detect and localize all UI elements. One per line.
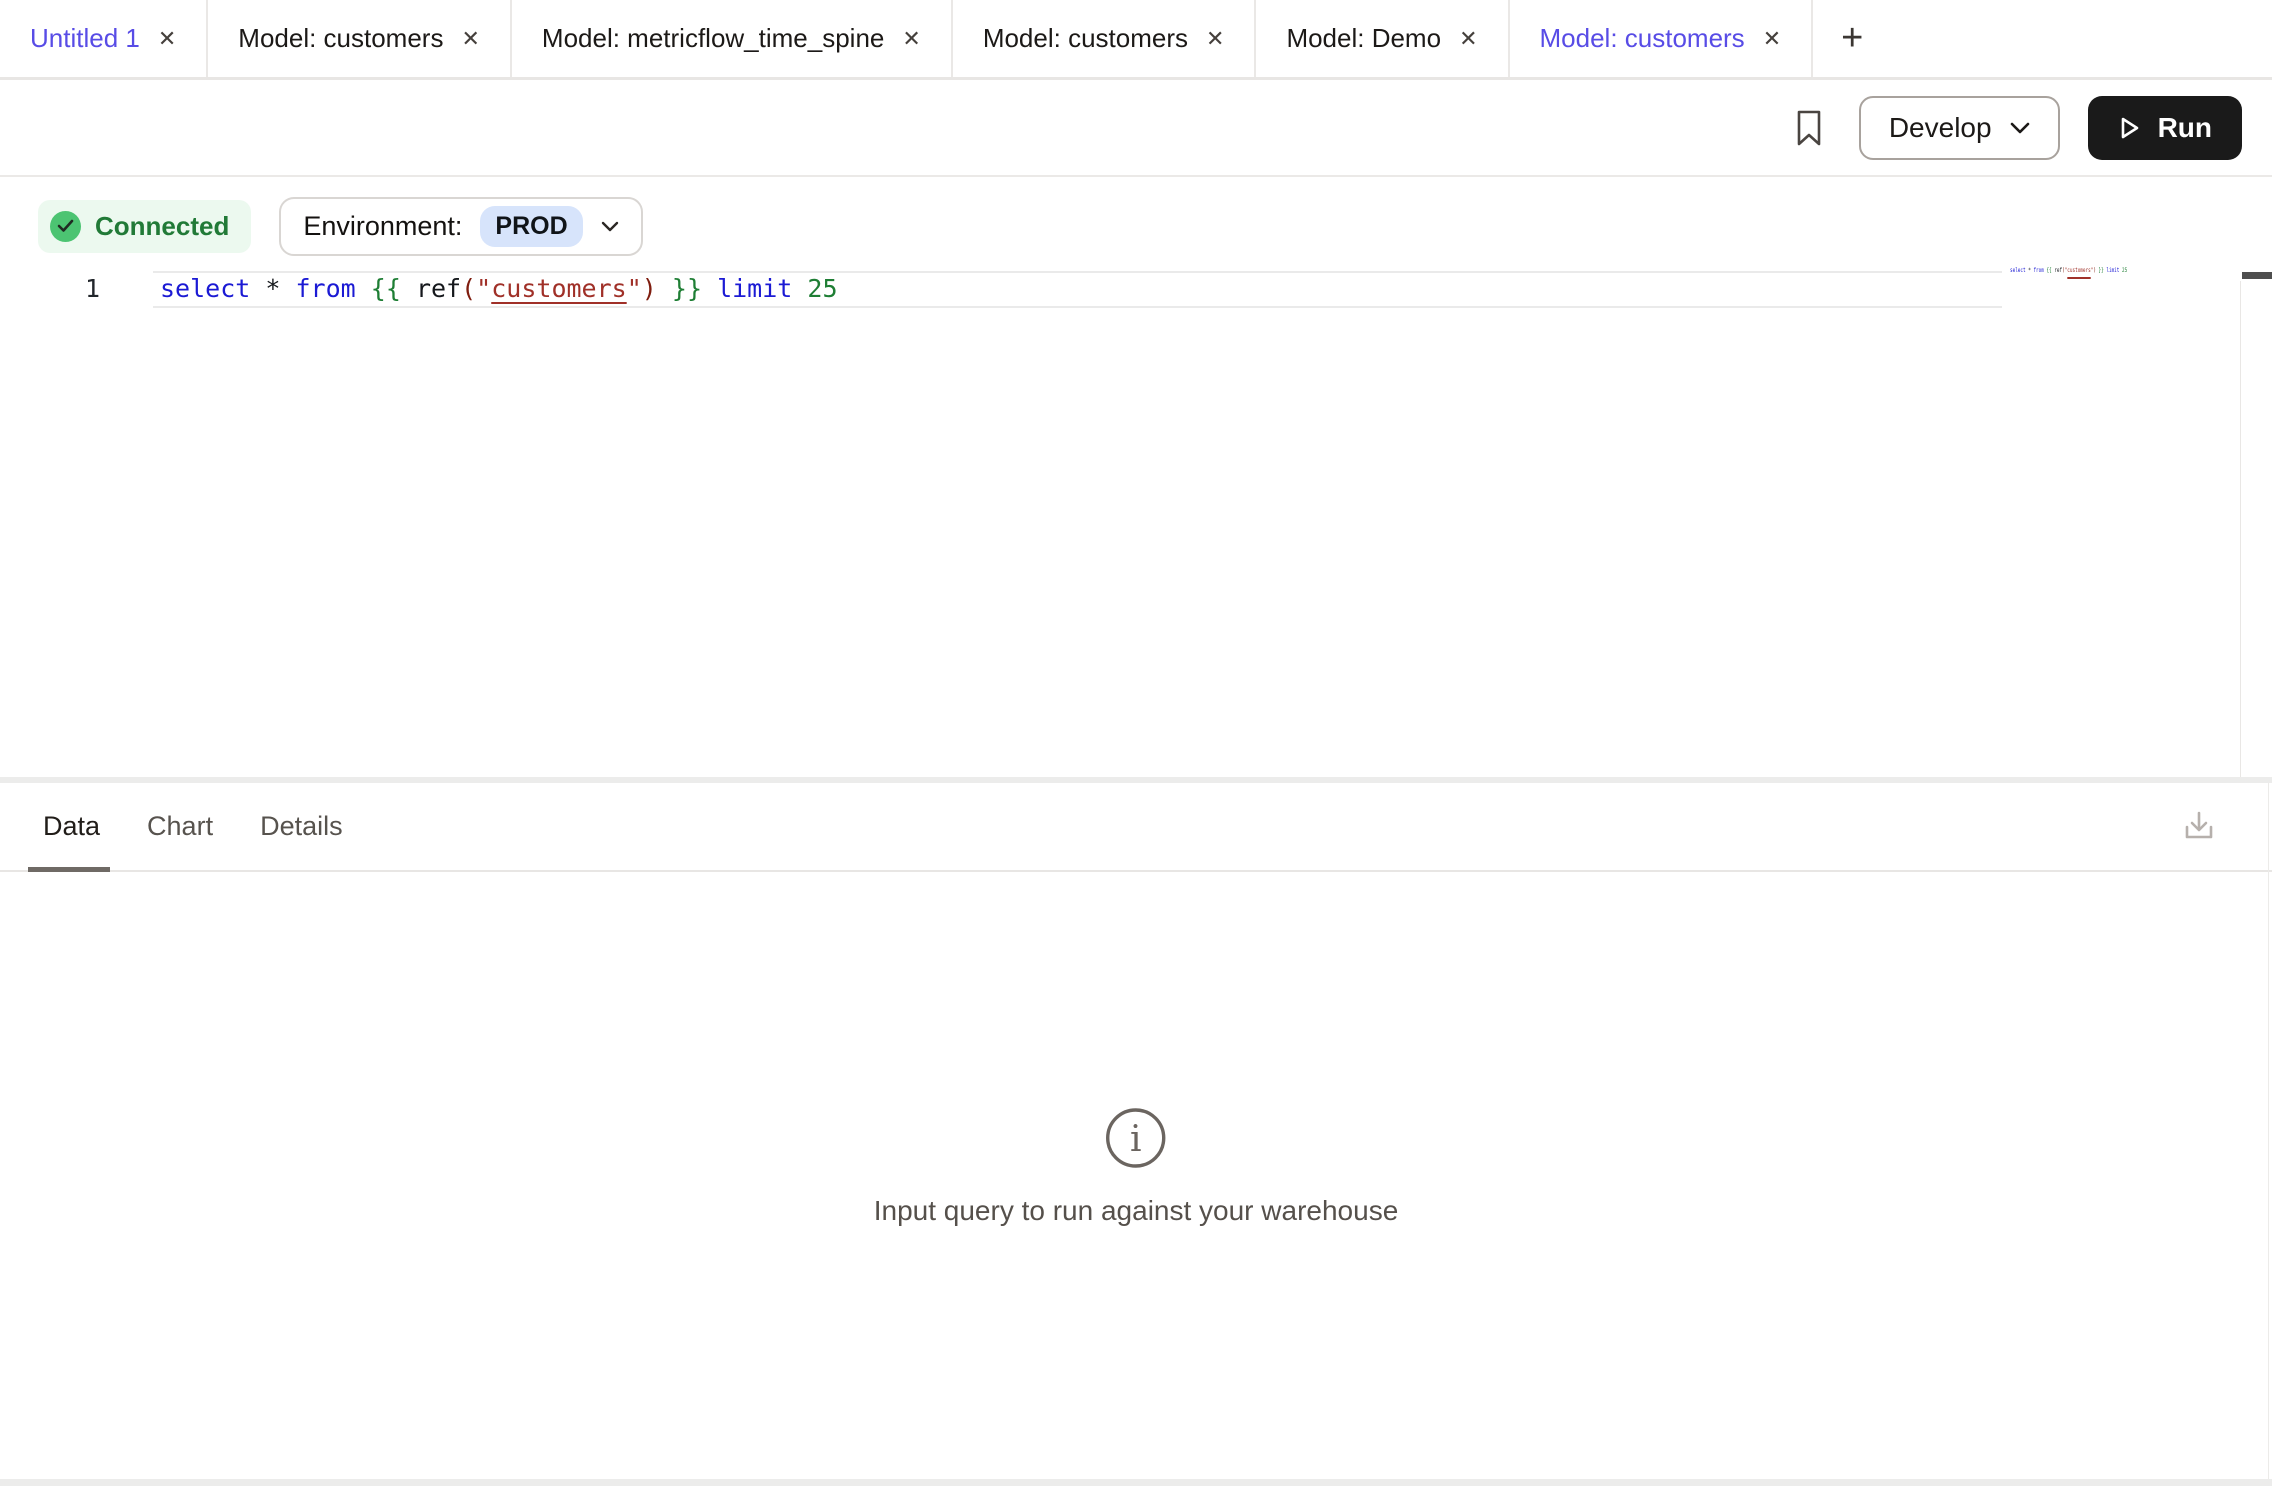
editor-scrollbar-thumb[interactable]: [2242, 272, 2272, 279]
close-icon[interactable]: ✕: [1459, 28, 1477, 50]
chevron-down-icon: [2010, 122, 2030, 134]
tab-label: Model: customers: [1540, 23, 1745, 54]
tab-untitled-1[interactable]: Untitled 1 ✕: [0, 0, 208, 77]
code-token: limit: [717, 274, 792, 303]
tab-label: Model: metricflow_time_spine: [542, 23, 884, 54]
tab-label: Model: customers: [983, 23, 1188, 54]
tab-label: Model: customers: [238, 23, 443, 54]
environment-label: Environment:: [303, 211, 462, 242]
status-row: Connected Environment: PROD: [38, 195, 643, 257]
results-scrollbar-track: [2268, 783, 2269, 1479]
run-label: Run: [2158, 112, 2212, 144]
code-token: ): [642, 274, 657, 303]
close-icon[interactable]: ✕: [902, 28, 920, 50]
code-token: [356, 274, 371, 303]
develop-button[interactable]: Develop: [1859, 96, 2060, 160]
code-token: [702, 274, 717, 303]
minimap-token: from: [2033, 267, 2043, 274]
close-icon[interactable]: ✕: [461, 28, 479, 50]
info-icon: i: [1104, 1106, 1168, 1170]
connection-status-badge: Connected: [38, 200, 251, 253]
editor-scrollbar-track: [2240, 281, 2241, 777]
code-token: 25: [807, 274, 837, 303]
close-icon[interactable]: ✕: [158, 28, 176, 50]
results-tab-details[interactable]: Details: [260, 811, 343, 842]
empty-state-message: Input query to run against your warehous…: [874, 1195, 1399, 1227]
svg-text:i: i: [1130, 1119, 1142, 1160]
bottom-scrollbar-track: [0, 1479, 2272, 1486]
close-icon[interactable]: ✕: [1763, 28, 1781, 50]
download-icon: [2179, 807, 2219, 847]
code-token: ref: [416, 274, 461, 303]
results-tab-data[interactable]: Data: [43, 811, 100, 842]
tabs-container: Untitled 1✕Model: customers✕Model: metri…: [0, 0, 1813, 77]
minimap-token: limit: [2106, 267, 2119, 274]
code-token: *: [265, 274, 280, 303]
code-token: {{: [371, 274, 401, 303]
plus-icon: +: [1841, 17, 1863, 60]
tab-label: Model: Demo: [1286, 23, 1441, 54]
tab-model-customers[interactable]: Model: customers ✕: [208, 0, 512, 77]
minimap-token: 25: [2122, 267, 2127, 274]
code-token: [657, 274, 672, 303]
run-button[interactable]: Run: [2088, 96, 2242, 160]
connected-label: Connected: [95, 211, 229, 242]
environment-select[interactable]: Environment: PROD: [279, 197, 642, 256]
tab-model-customers[interactable]: Model: customers ✕: [953, 0, 1257, 77]
code-token: [250, 274, 265, 303]
code-line[interactable]: select * from {{ ref("customers") }} lim…: [160, 274, 838, 303]
chevron-down-icon: [601, 221, 619, 232]
bookmark-icon: [1794, 108, 1824, 148]
code-token: ": [476, 274, 491, 303]
tab-bar: Untitled 1✕Model: customers✕Model: metri…: [0, 0, 2272, 80]
ide-window: Untitled 1✕Model: customers✕Model: metri…: [0, 0, 2272, 1486]
results-tabs: Data Chart Details: [43, 811, 343, 842]
code-token: (: [461, 274, 476, 303]
code-token: [401, 274, 416, 303]
code-token: ": [627, 274, 642, 303]
code-token: }}: [672, 274, 702, 303]
check-circle-icon: [50, 211, 81, 242]
code-token: from: [296, 274, 356, 303]
bookmark-button[interactable]: [1787, 98, 1831, 158]
code-token: [792, 274, 807, 303]
download-button[interactable]: [2176, 804, 2222, 850]
environment-value-badge: PROD: [480, 206, 582, 247]
new-tab-button[interactable]: +: [1813, 0, 1891, 77]
develop-label: Develop: [1889, 112, 1992, 144]
results-tab-chart[interactable]: Chart: [147, 811, 213, 842]
empty-state: i Input query to run against your wareho…: [874, 1106, 1399, 1227]
editor-workspace: Connected Environment: PROD 1 select * f…: [0, 177, 2272, 777]
editor-line-number: 1: [60, 274, 100, 303]
results-panel-header: Data Chart Details: [0, 783, 2272, 872]
tab-model-metricflow-time-spine[interactable]: Model: metricflow_time_spine ✕: [512, 0, 953, 77]
tab-model-customers[interactable]: Model: customers ✕: [1510, 0, 1814, 77]
code-token: customers: [491, 274, 626, 303]
minimap-token: select: [2010, 267, 2026, 274]
code-token: [280, 274, 295, 303]
play-icon: [2118, 115, 2142, 141]
toolbar: Develop Run: [0, 80, 2272, 177]
minimap-token: customers: [2067, 267, 2090, 274]
code-token: select: [160, 274, 250, 303]
results-panel-body: i Input query to run against your wareho…: [0, 872, 2272, 1479]
close-icon[interactable]: ✕: [1206, 28, 1224, 50]
tab-model-demo[interactable]: Model: Demo ✕: [1256, 0, 1509, 77]
editor-minimap[interactable]: select * from {{ ref("customers") }} lim…: [2010, 267, 2127, 274]
tab-label: Untitled 1: [30, 23, 140, 54]
